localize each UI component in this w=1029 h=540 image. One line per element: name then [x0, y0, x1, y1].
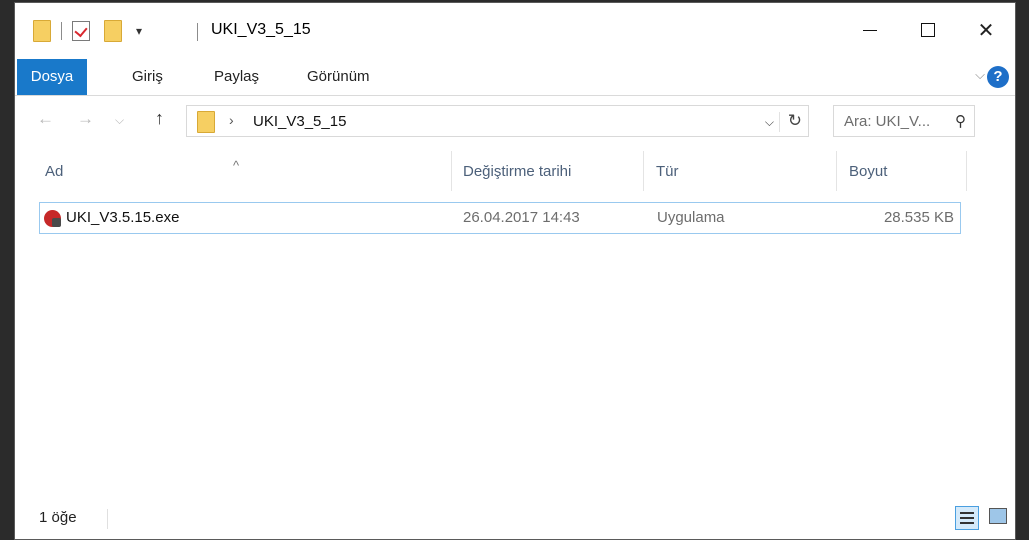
quick-access-toolbar: ▾: [33, 19, 142, 43]
new-folder-icon[interactable]: [104, 20, 122, 42]
title-bar: ▾ UKI_V3_5_15 ✕: [15, 3, 1015, 57]
breadcrumb-chevron-icon[interactable]: ›: [229, 112, 234, 128]
tab-home[interactable]: Giriş: [132, 59, 163, 95]
tab-view[interactable]: Görünüm: [307, 59, 370, 95]
large-icons-view-icon[interactable]: [989, 508, 1007, 524]
minimize-icon: [863, 29, 877, 31]
tab-share[interactable]: Paylaş: [214, 59, 259, 95]
file-name: UKI_V3.5.15.exe: [66, 209, 180, 226]
maximize-button[interactable]: [899, 3, 957, 57]
file-type: Uygulama: [657, 209, 725, 226]
customize-qat-icon[interactable]: ▾: [136, 24, 142, 38]
ribbon-tabs: Dosya Giriş Paylaş Görünüm ⌵ ?: [15, 59, 1015, 96]
qat-separator: [61, 22, 62, 40]
sort-ascending-icon: ^: [233, 158, 240, 173]
column-separator[interactable]: [643, 151, 644, 191]
column-separator[interactable]: [836, 151, 837, 191]
folder-icon: [197, 111, 215, 133]
status-separator: [107, 509, 108, 529]
status-bar: 1 öğe: [15, 499, 1015, 539]
column-header: Ad ^ Değiştirme tarihi Tür Boyut: [15, 149, 1015, 195]
address-separator: [779, 112, 780, 132]
file-row[interactable]: UKI_V3.5.15.exe 26.04.2017 14:43 Uygulam…: [39, 202, 961, 234]
refresh-icon[interactable]: ↻: [788, 111, 802, 131]
window-title: UKI_V3_5_15: [211, 21, 311, 38]
close-button[interactable]: ✕: [957, 3, 1015, 57]
minimize-button[interactable]: [841, 3, 899, 57]
maximize-icon: [921, 23, 935, 37]
forward-arrow-icon[interactable]: →: [77, 109, 94, 129]
details-view-icon[interactable]: [955, 506, 979, 530]
title-separator: [197, 23, 198, 41]
application-exe-icon: [44, 210, 61, 227]
expand-ribbon-icon[interactable]: ⌵: [975, 67, 985, 83]
up-arrow-icon[interactable]: ↑: [155, 108, 164, 129]
search-placeholder: Ara: UKI_V...: [844, 113, 931, 130]
column-name[interactable]: Ad: [45, 149, 63, 195]
column-separator[interactable]: [966, 151, 967, 191]
file-size: 28.535 KB: [883, 209, 954, 226]
column-separator[interactable]: [451, 151, 452, 191]
column-size[interactable]: Boyut: [849, 149, 887, 195]
breadcrumb-current[interactable]: UKI_V3_5_15: [253, 113, 346, 130]
back-arrow-icon[interactable]: ←: [37, 109, 54, 129]
item-count: 1 öğe: [39, 509, 77, 526]
explorer-window: ▾ UKI_V3_5_15 ✕ Dosya Giriş Paylaş Görün…: [14, 2, 1016, 540]
properties-icon[interactable]: [72, 21, 90, 41]
navigation-row: ← → ⌵ ↑ › UKI_V3_5_15 ⌵ ↻ Ara: UKI_V... …: [15, 103, 1015, 139]
help-icon[interactable]: ?: [987, 66, 1009, 88]
close-icon: ✕: [977, 19, 995, 42]
folder-icon: [33, 20, 51, 42]
address-bar[interactable]: › UKI_V3_5_15 ⌵ ↻: [186, 105, 809, 137]
search-input[interactable]: Ara: UKI_V... ⚲: [833, 105, 975, 137]
address-dropdown-icon[interactable]: ⌵: [765, 115, 774, 130]
column-date[interactable]: Değiştirme tarihi: [463, 149, 571, 195]
search-icon[interactable]: ⚲: [955, 112, 966, 130]
file-date: 26.04.2017 14:43: [463, 209, 580, 226]
recent-locations-icon[interactable]: ⌵: [115, 113, 124, 128]
tab-file[interactable]: Dosya: [17, 59, 87, 95]
column-type[interactable]: Tür: [656, 149, 679, 195]
